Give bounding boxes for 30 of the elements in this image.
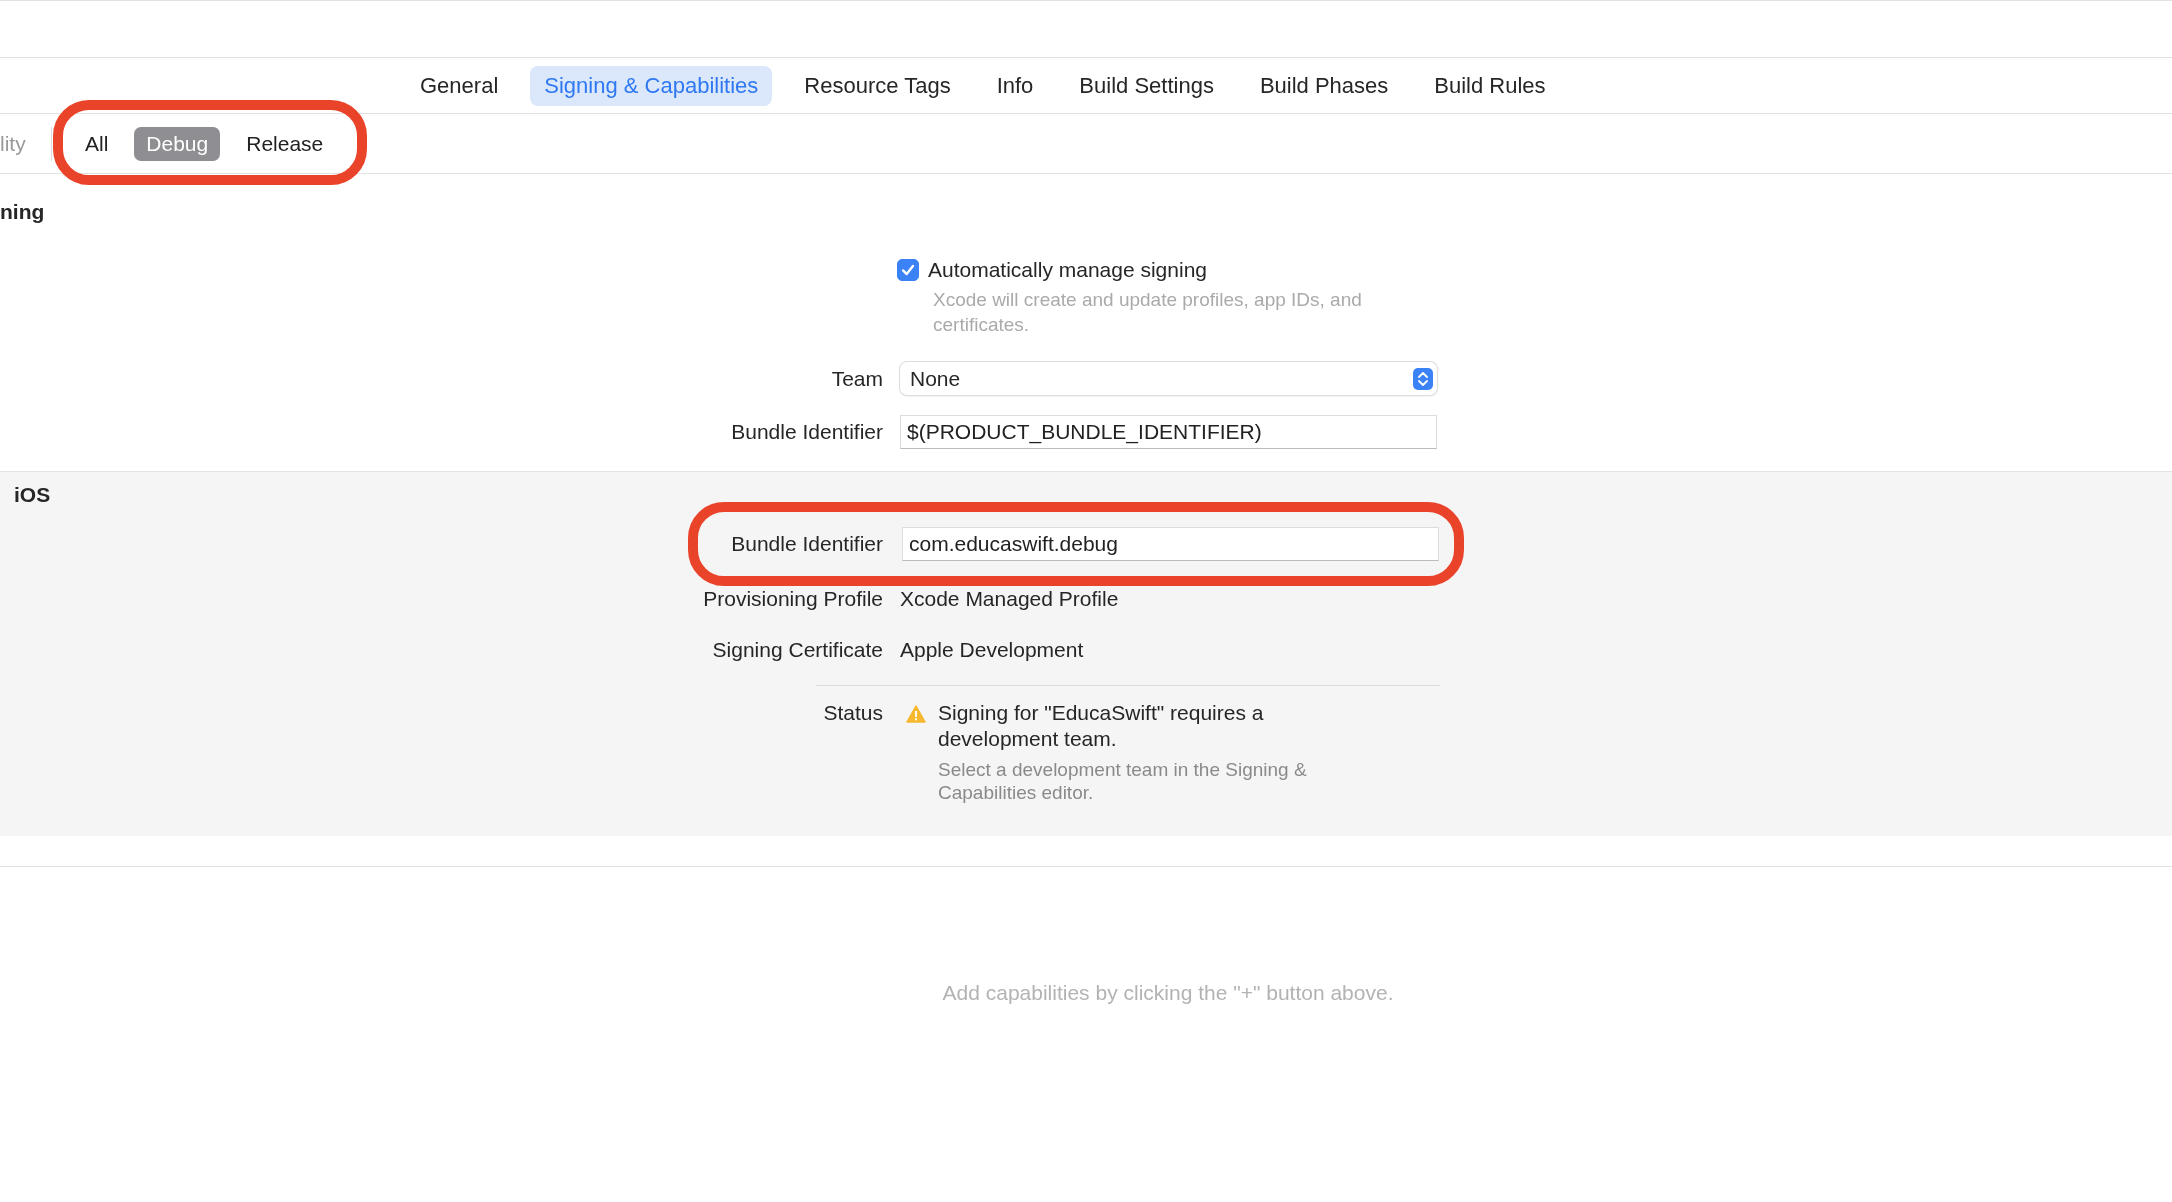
field-label: Signing Certificate xyxy=(711,637,883,663)
bundle-identifier-field[interactable]: $(PRODUCT_BUNDLE_IDENTIFIER) xyxy=(900,415,1437,449)
segment-option[interactable]: Release xyxy=(234,126,336,161)
field-value: Apple Development xyxy=(900,638,1084,661)
section-title: ning xyxy=(0,199,46,225)
empty-hint: Add capabilities by clicking the "+" button above. xyxy=(941,980,1395,1006)
chevron-updown-icon xyxy=(1413,367,1433,390)
tab[interactable]: General xyxy=(406,65,513,106)
tab[interactable]: Build Rules xyxy=(1420,65,1560,106)
tab[interactable]: Build Settings xyxy=(1065,65,1228,106)
segment-option[interactable]: All xyxy=(73,126,121,161)
tab[interactable]: Resource Tags xyxy=(790,65,965,106)
search-text: lity xyxy=(0,131,27,156)
status-message: Signing for "EducaSwift" requires a development team. xyxy=(938,700,1265,752)
team-dropdown[interactable]: None xyxy=(900,362,1437,395)
tab[interactable]: Info xyxy=(982,65,1048,106)
warning-icon xyxy=(906,705,926,723)
section-title: iOS xyxy=(13,482,52,508)
field-label: Team xyxy=(830,365,883,392)
checkbox[interactable] xyxy=(897,259,919,281)
bundle-identifier-field[interactable]: com.educaswift.debug xyxy=(902,527,1439,561)
field-label: Bundle Identifier xyxy=(730,531,883,557)
description-text: Xcode will create and update profiles, app IDs, and certificates. xyxy=(933,288,1363,337)
field-label: Provisioning Profile xyxy=(702,586,883,612)
tab[interactable]: Build Phases xyxy=(1245,65,1403,106)
checkbox-label: Automatically manage signing xyxy=(928,257,1207,283)
field-label: Bundle Identifier xyxy=(730,419,883,445)
field-label: Status xyxy=(822,700,883,726)
field-value: Xcode Managed Profile xyxy=(900,587,1119,610)
status-detail: Select a development team in the Signing & Capabilities editor. xyxy=(938,758,1308,804)
